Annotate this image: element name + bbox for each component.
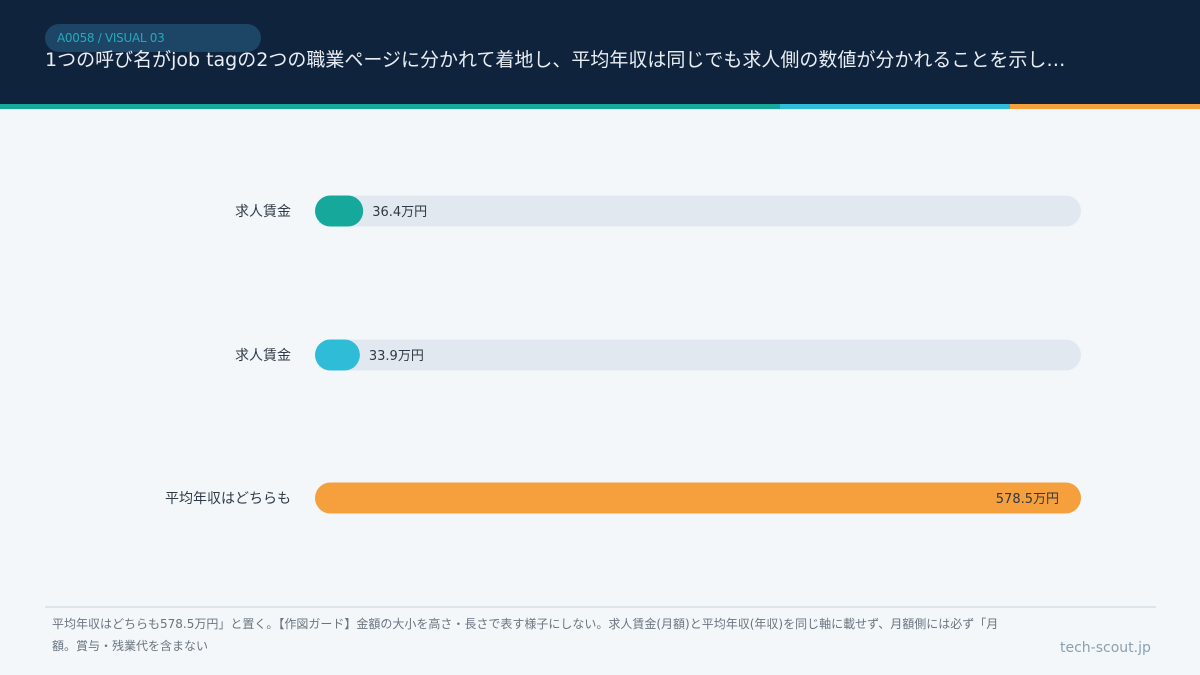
category-label: 求人賃金 xyxy=(235,348,291,364)
bar xyxy=(315,482,1081,514)
category-label: 求人賃金 xyxy=(235,204,291,220)
bar-track xyxy=(315,339,1081,371)
value-label: 578.5万円 xyxy=(996,492,1059,507)
value-label: 36.4万円 xyxy=(372,205,427,220)
bar-track xyxy=(315,195,1081,227)
footer-note: 平均年収はどちらも578.5万円」と置く。【作図ガード】金額の大小を高さ・長さで… xyxy=(52,617,999,653)
value-label: 33.9万円 xyxy=(369,349,424,364)
category-label: 平均年収はどちらも xyxy=(165,491,291,507)
brand-link[interactable]: tech-scout.jp xyxy=(1060,640,1151,656)
footer-divider xyxy=(45,606,1156,608)
bar-chart: 求人賃金 36.4万円求人賃金 33.9万円平均年収はどちらも 578.5万円 xyxy=(165,195,1081,514)
bar xyxy=(315,195,364,227)
bar xyxy=(315,339,360,371)
